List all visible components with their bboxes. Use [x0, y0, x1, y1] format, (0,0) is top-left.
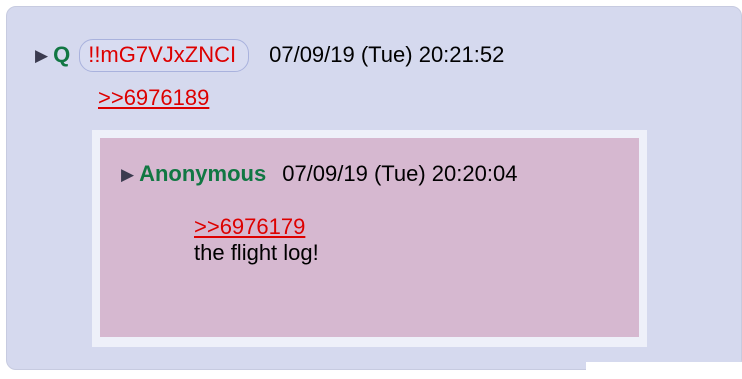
quoted-post-frame: ▶ Anonymous 07/09/19 (Tue) 20:20:04 >>69… [92, 130, 647, 347]
tripcode-badge[interactable]: !!mG7VJxZNCI [79, 38, 250, 72]
post-card: ▶ Q !!mG7VJxZNCI 07/09/19 (Tue) 20:21:52… [6, 6, 742, 370]
page-background-strip [586, 362, 742, 379]
quoted-post-timestamp: 07/09/19 (Tue) 20:20:04 [282, 161, 518, 186]
post-timestamp: 07/09/19 (Tue) 20:21:52 [269, 42, 505, 67]
quoted-poster-name: Anonymous [139, 161, 267, 186]
quoted-post: ▶ Anonymous 07/09/19 (Tue) 20:20:04 >>69… [100, 138, 639, 337]
reply-link[interactable]: >>6976189 [98, 85, 209, 111]
quoted-post-header: ▶ Anonymous 07/09/19 (Tue) 20:20:04 [121, 161, 517, 187]
quoted-post-body: the flight log! [194, 240, 319, 265]
expand-arrow-icon[interactable]: ▶ [35, 47, 48, 64]
quoted-reply-link[interactable]: >>6976179 [194, 214, 305, 240]
poster-name: Q [53, 42, 71, 67]
expand-arrow-icon[interactable]: ▶ [121, 166, 134, 183]
post-header: ▶ Q !!mG7VJxZNCI 07/09/19 (Tue) 20:21:52 [35, 36, 504, 74]
